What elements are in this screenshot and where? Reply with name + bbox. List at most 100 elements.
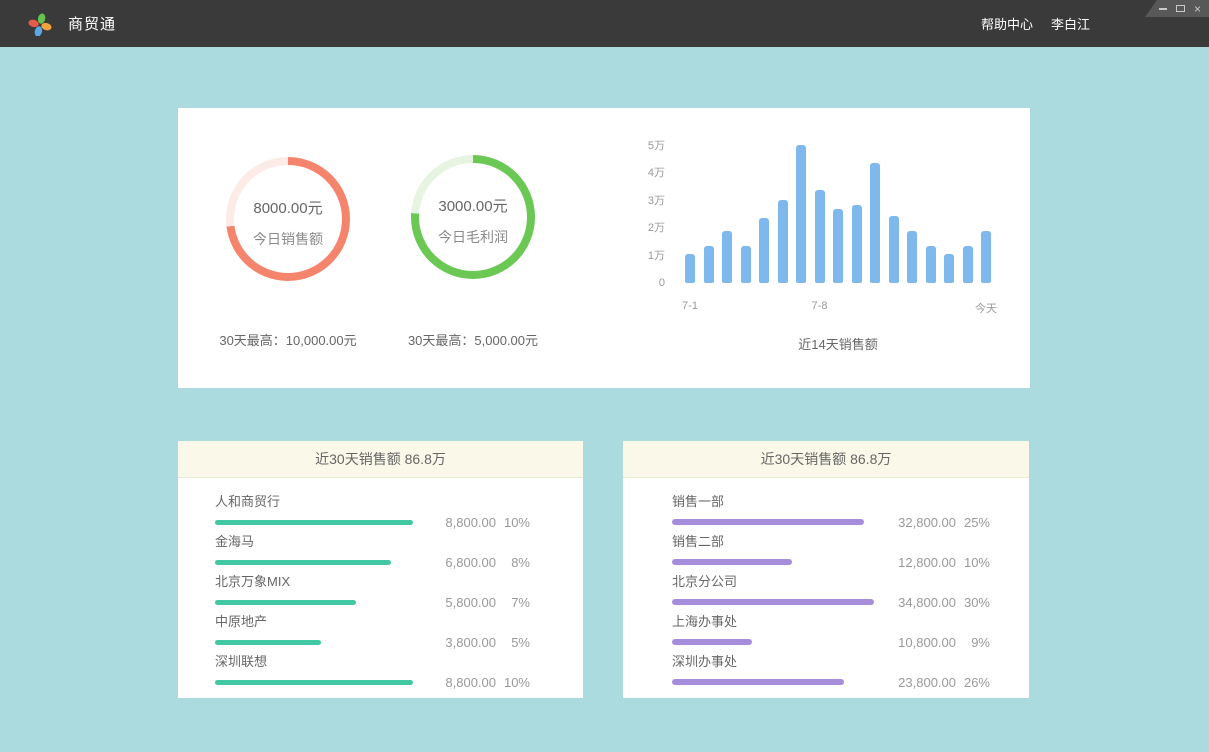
x-axis-tick: 7-1: [682, 300, 698, 312]
app-window: 商贸通 帮助中心 李白江 × 8000.00元 今日销售额 30天最高：10,0…: [0, 0, 1209, 752]
rank-item-bar: [215, 680, 413, 685]
today-profit-donut-text: 3000.00元 今日毛利润: [411, 155, 535, 279]
department-sales-rank-card: 近30天销售额 86.8万 销售一部32,800.0025% 销售二部 12,800…: [623, 441, 1029, 698]
rank-item-value: 5,800.00: [416, 595, 496, 610]
customer-sales-rank-card: 近30天销售额 86.8万 人和商贸行8,800.0010%金海马6,800.0…: [178, 441, 583, 698]
rank-item-name: 金海马: [215, 534, 530, 549]
rank-item-name: 深圳办事处: [672, 654, 990, 669]
rank-item-value: 34,800.00: [876, 595, 956, 610]
rank-row: 上海办事处 10,800.009%: [672, 614, 990, 649]
x-axis-tick: 今天: [975, 300, 997, 316]
today-profit-value: 3000.00元: [438, 195, 507, 216]
rank-item-line: 8,800.0010%: [215, 515, 530, 529]
today-sales-donut-text: 8000.00元 今日销售额: [226, 157, 350, 281]
rank-item-name: 深圳联想: [215, 654, 530, 669]
rank-item-bar: [215, 520, 413, 525]
daily-sales-bar: [889, 216, 899, 283]
minimize-button[interactable]: [1159, 8, 1167, 10]
rank-item-percent: 5%: [496, 635, 530, 650]
rank-row: 人和商贸行 8,800.0010%: [215, 494, 530, 529]
rank-item-name: 北京万象MIX: [215, 574, 530, 589]
rank-item-bar: [215, 560, 391, 565]
daily-sales-bar: [870, 163, 880, 283]
rank-item-percent: 10%: [496, 675, 530, 690]
rank-item-line: 6,800.008%: [215, 555, 530, 569]
y-axis-tick: 2万: [648, 222, 665, 234]
profit-30day-max: 30天最高：5,000.00元: [363, 330, 583, 349]
rank-item-line: 34,800.0030%: [672, 595, 990, 609]
rank-item-value: 12,800.00: [876, 555, 956, 570]
rank-item-value: 3,800.00: [416, 635, 496, 650]
daily-sales-bar: [815, 190, 825, 283]
today-profit-donut-ring: 3000.00元 今日毛利润: [411, 155, 535, 279]
department-rank-list: 销售一部32,800.0025% 销售二部 12,800.0010% 北京分公司 34,…: [623, 478, 1029, 689]
rank-item-value: 23,800.00: [876, 675, 956, 690]
rank-item-line: 23,800.0026%: [672, 675, 990, 689]
daily-sales-bar: [852, 205, 862, 283]
rank-item-bar: [215, 640, 321, 645]
rank-item-bar: [215, 600, 356, 605]
customer-rank-list: 人和商贸行8,800.0010%金海马6,800.008%北京万象MIX5,80…: [178, 478, 583, 689]
rank-row: 金海马 6,800.008%: [215, 534, 530, 569]
sales-14day-bar-chart: [685, 145, 991, 283]
daily-sales-bar: [796, 145, 806, 283]
titlebar-links: 帮助中心 李白江: [981, 0, 1090, 47]
rank-item-value: 8,800.00: [416, 515, 496, 530]
rank-row: 北京分公司 34,800.0030%: [672, 574, 990, 609]
user-name-link[interactable]: 李白江: [1051, 14, 1090, 33]
department-rank-card-title: 近30天销售额 86.8万: [623, 441, 1029, 478]
rank-item-percent: 30%: [956, 595, 990, 610]
today-sales-label: 今日销售额: [253, 229, 323, 249]
daily-sales-bar: [759, 218, 769, 283]
y-axis-tick: 3万: [648, 195, 665, 207]
maximize-button[interactable]: [1176, 5, 1185, 12]
rank-row: 北京万象MIX5,800.007%: [215, 574, 530, 609]
customer-rank-card-title: 近30天销售额 86.8万: [178, 441, 583, 478]
titlebar: 商贸通 帮助中心 李白江 ×: [0, 0, 1209, 47]
rank-item-percent: 26%: [956, 675, 990, 690]
rank-item-percent: 8%: [496, 555, 530, 570]
y-axis-tick: 0: [659, 277, 665, 289]
rank-item-line: 10,800.009%: [672, 635, 990, 649]
rank-item-line: 8,800.0010%: [215, 675, 530, 689]
rank-item-percent: 9%: [956, 635, 990, 650]
rank-item-percent: 25%: [956, 515, 990, 530]
rank-item-bar: [672, 559, 792, 565]
bar-chart-caption: 近14天销售额: [685, 334, 991, 353]
daily-sales-bar: [926, 246, 936, 283]
rank-item-bar: [672, 679, 844, 685]
rank-item-percent: 10%: [496, 515, 530, 530]
rank-row: 深圳联想 8,800.0010%: [215, 654, 530, 689]
daily-sales-bar: [741, 246, 751, 283]
daily-sales-bar: [722, 231, 732, 283]
close-button[interactable]: ×: [1194, 3, 1201, 15]
daily-sales-bar: [907, 231, 917, 283]
daily-sales-bar: [981, 231, 991, 283]
rank-item-bar: [672, 519, 864, 525]
rank-item-value: 8,800.00: [416, 675, 496, 690]
rank-item-name: 上海办事处: [672, 614, 990, 629]
rank-item-line: 3,800.005%: [215, 635, 530, 649]
daily-sales-bar: [963, 246, 973, 283]
rank-row: 中原地产3,800.005%: [215, 614, 530, 649]
rank-item-bar: [672, 599, 874, 605]
rank-item-percent: 10%: [956, 555, 990, 570]
rank-row: 销售一部32,800.0025%: [672, 494, 990, 529]
daily-sales-bar: [685, 254, 695, 283]
app-title: 商贸通: [68, 13, 116, 34]
today-profit-donut: 3000.00元 今日毛利润: [411, 155, 535, 279]
rank-item-name: 人和商贸行: [215, 494, 530, 509]
rank-item-value: 10,800.00: [876, 635, 956, 650]
window-controls: ×: [1145, 0, 1209, 17]
help-center-link[interactable]: 帮助中心: [981, 14, 1033, 33]
rank-item-name: 销售二部: [672, 534, 990, 549]
daily-sales-bar: [944, 254, 954, 283]
y-axis-tick: 4万: [648, 167, 665, 179]
today-profit-label: 今日毛利润: [438, 227, 508, 247]
rank-item-name: 北京分公司: [672, 574, 990, 589]
daily-sales-bar: [778, 200, 788, 283]
y-axis-tick: 5万: [648, 140, 665, 152]
today-sales-donut-ring: 8000.00元 今日销售额: [226, 157, 350, 281]
rank-item-value: 6,800.00: [416, 555, 496, 570]
today-sales-donut: 8000.00元 今日销售额: [226, 157, 350, 281]
